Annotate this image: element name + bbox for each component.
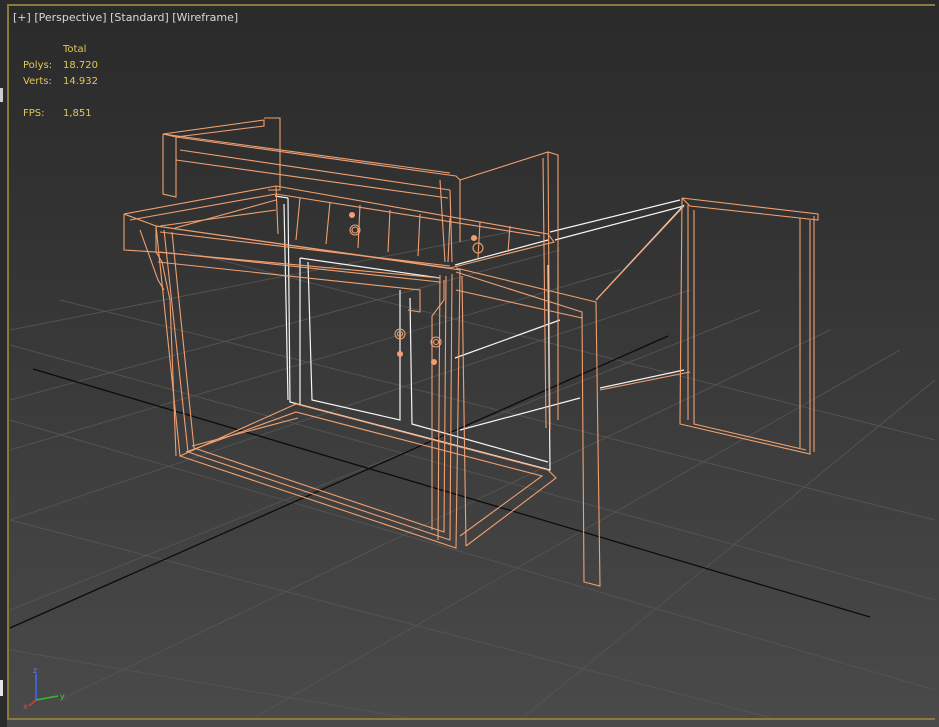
countertop-wire (123, 185, 555, 279)
verts-value: 14.932 (63, 76, 98, 87)
fps-label: FPS: (23, 108, 45, 119)
axis-tripod-gizmo: z y x (23, 666, 65, 710)
viewport-label-menu[interactable]: [+] [Perspective] [Standard] [Wireframe] (13, 11, 238, 24)
stats-header: Total (63, 44, 87, 55)
ground-grid (9, 231, 936, 721)
axis-z-label: z (33, 666, 37, 675)
polys-value: 18.720 (63, 60, 98, 71)
viewport-perspective[interactable]: [+] [Perspective] [Standard] [Wireframe]… (0, 0, 939, 727)
point-of-view-label[interactable]: [Perspective] (34, 11, 106, 24)
world-axes (9, 335, 871, 629)
axis-y-label: y (60, 692, 65, 701)
verts-label: Verts: (23, 76, 52, 87)
wireframe-scene[interactable] (0, 0, 939, 727)
display-mode-label[interactable]: [Wireframe] (172, 11, 238, 24)
shading-label[interactable]: [Standard] (110, 11, 169, 24)
axis-x-label: x (23, 702, 28, 710)
viewport-menu-button[interactable]: [+] (13, 11, 31, 24)
polys-label: Polys: (23, 60, 53, 71)
cabinet-body-wire (139, 225, 601, 587)
fps-value: 1,851 (63, 108, 92, 119)
